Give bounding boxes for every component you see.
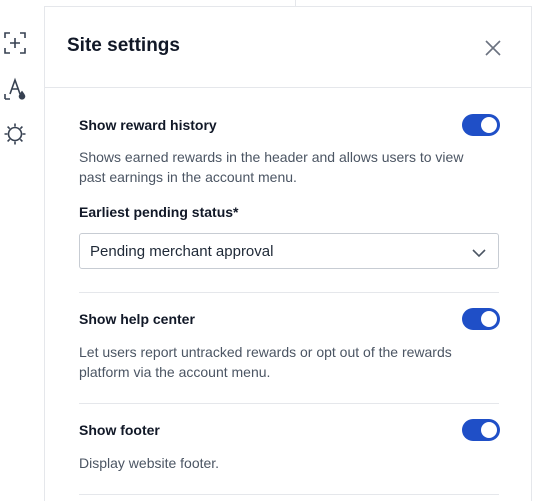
toggle-knob — [481, 117, 497, 133]
reward-history-description: Shows earned rewards in the header and a… — [79, 149, 464, 185]
section-divider — [79, 292, 499, 293]
panel-title: Site settings — [67, 35, 180, 56]
site-settings-panel: Site settings Show reward history Shows … — [44, 6, 532, 501]
toggle-knob — [481, 422, 497, 438]
section-divider — [79, 403, 499, 404]
panel-header: Site settings — [45, 7, 532, 88]
footer-toggle[interactable] — [462, 419, 500, 441]
add-frame-icon[interactable] — [3, 31, 27, 55]
close-icon — [485, 40, 501, 56]
brightness-icon[interactable] — [3, 122, 27, 146]
help-center-toggle[interactable] — [462, 308, 500, 330]
reward-history-toggle[interactable] — [462, 114, 500, 136]
pending-status-select[interactable]: Pending merchant approval — [79, 233, 499, 269]
toggle-knob — [481, 311, 497, 327]
chevron-down-icon — [472, 245, 486, 263]
footer-description: Display website footer. — [79, 455, 220, 471]
help-center-title: Show help center — [79, 311, 195, 327]
help-center-description: Let users report untracked rewards or op… — [79, 344, 452, 380]
left-toolbar — [0, 0, 44, 501]
pending-status-label: Earliest pending status* — [79, 204, 239, 220]
section-divider — [79, 494, 499, 495]
pending-status-value: Pending merchant approval — [90, 243, 274, 260]
text-color-icon[interactable] — [3, 77, 27, 101]
close-button[interactable] — [482, 37, 504, 59]
reward-history-title: Show reward history — [79, 117, 217, 133]
footer-title: Show footer — [79, 422, 160, 438]
